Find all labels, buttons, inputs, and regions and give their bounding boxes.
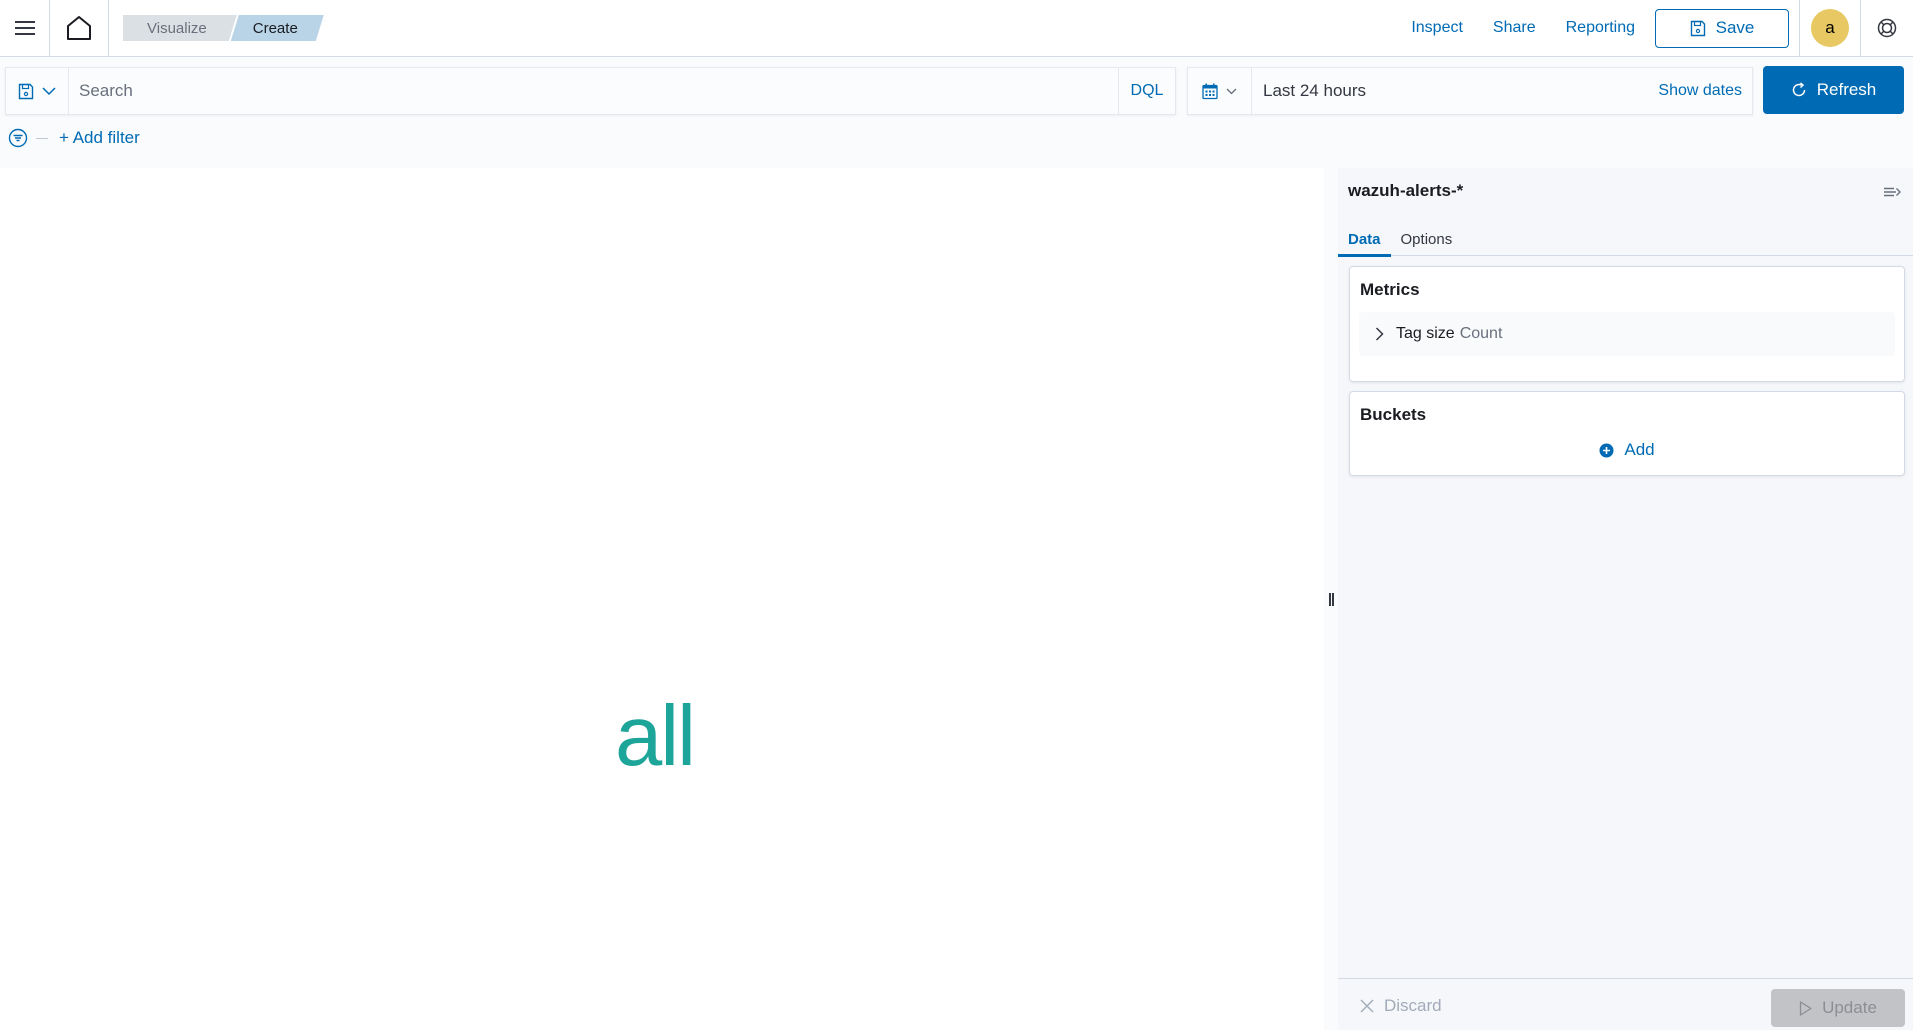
top-navigation-bar: Visualize Create Inspect Share Reporting… [0,0,1913,57]
query-language-button[interactable]: DQL [1118,68,1175,114]
divider [36,137,48,139]
metric-label: Tag size [1396,325,1455,342]
chevron-down-icon [1226,88,1237,94]
help-button[interactable] [1861,0,1913,56]
home-button[interactable] [50,0,109,56]
search-input[interactable] [69,68,1118,114]
editor-footer: Discard Update [1338,978,1913,1030]
metrics-title: Metrics [1360,280,1420,299]
user-menu: a [1800,0,1860,56]
update-label: Update [1822,998,1877,1017]
breadcrumb-create: Create [231,15,324,41]
save-label: Save [1715,18,1755,37]
buckets-title: Buckets [1360,405,1427,424]
add-filter-button[interactable]: + Add filter [59,128,140,148]
play-icon [1799,1000,1812,1016]
discard-label: Discard [1384,996,1442,1015]
breadcrumb-visualize[interactable]: Visualize [123,15,237,41]
breadcrumb: Visualize Create [123,15,324,41]
date-picker: Last 24 hours Show dates [1187,67,1753,115]
index-pattern-title: wazuh-alerts-* [1348,181,1464,200]
avatar[interactable]: a [1811,9,1849,47]
refresh-button[interactable]: Refresh [1763,66,1904,114]
chevron-down-icon [42,86,56,95]
grip-icon [1328,592,1334,606]
share-link[interactable]: Share [1493,19,1536,37]
home-icon [67,16,91,40]
update-button[interactable]: Update [1771,989,1905,1027]
menu-button[interactable] [0,0,50,56]
metric-item[interactable]: Tag size Count [1359,312,1895,356]
save-icon [18,83,34,99]
tag-cloud-word[interactable]: all [615,688,696,786]
reporting-link[interactable]: Reporting [1566,19,1635,37]
filter-options-icon[interactable] [8,128,28,148]
close-icon [1360,999,1374,1013]
visualization-canvas: all [0,168,1324,1030]
menu-right-icon [1884,187,1901,197]
collapse-sidebar-button[interactable] [1883,185,1901,204]
metric-aggregation: Count [1459,325,1503,342]
add-bucket-label: Add [1624,440,1655,459]
hamburger-menu-icon [14,21,35,35]
save-button[interactable]: Save [1655,8,1789,48]
calendar-icon [1202,83,1218,99]
add-bucket-button[interactable]: Add [1350,440,1904,460]
refresh-label: Refresh [1816,80,1877,99]
metrics-panel: Metrics Tag size Count [1349,266,1905,382]
refresh-icon [1792,82,1805,97]
filter-bar: + Add filter [8,126,140,150]
plus-circle-icon [1599,443,1614,457]
inspect-link[interactable]: Inspect [1411,19,1463,37]
query-bar: DQL [5,67,1176,115]
chevron-right-icon [1375,327,1384,341]
help-lifebuoy-icon [1877,18,1897,38]
editor-sidebar: wazuh-alerts-* Data Options Metrics Tag … [1338,168,1913,1030]
buckets-panel: Buckets Add [1349,391,1905,476]
top-actions: Inspect Share Reporting Save a [1411,0,1913,56]
saved-query-menu-button[interactable] [6,68,69,114]
editor-tabs: Data Options [1338,222,1913,257]
save-icon [1690,20,1705,36]
quick-select-button[interactable] [1188,68,1252,114]
show-dates-link[interactable]: Show dates [1658,82,1742,100]
date-range-text[interactable]: Last 24 hours [1263,81,1366,101]
tab-options[interactable]: Options [1391,222,1463,256]
tab-data[interactable]: Data [1338,222,1391,257]
panel-resize-handle[interactable] [1324,168,1338,1030]
discard-button[interactable]: Discard [1360,996,1442,1016]
